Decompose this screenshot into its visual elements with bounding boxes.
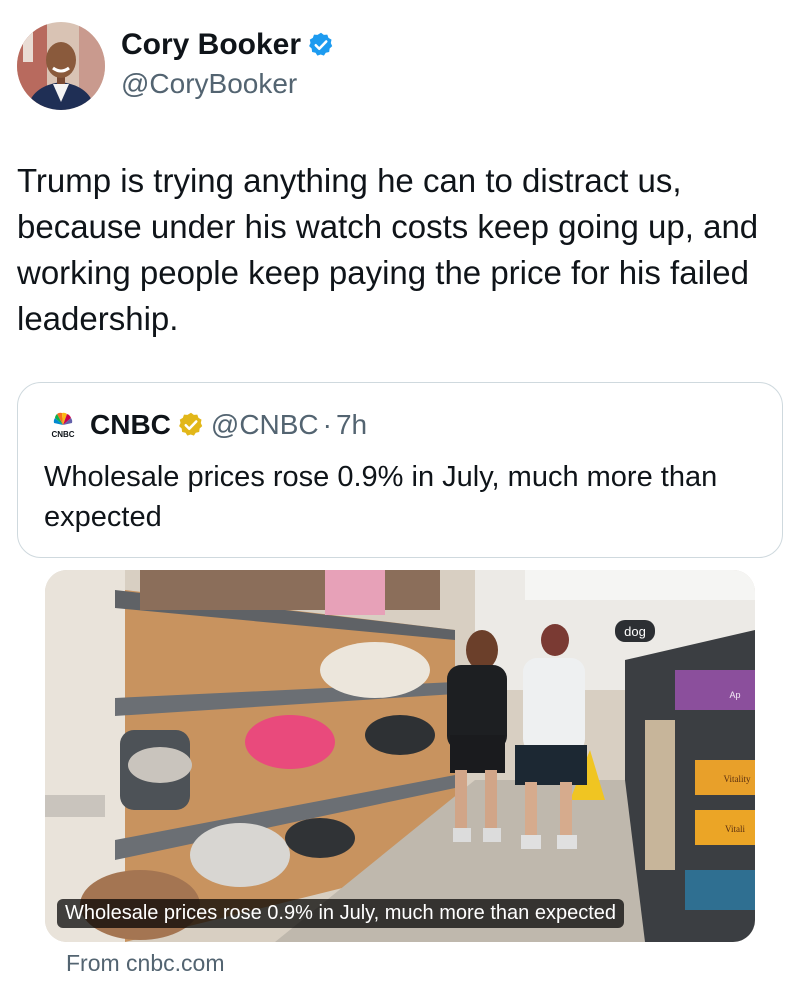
link-source[interactable]: From cnbc.com	[66, 950, 224, 977]
author-name-row: Cory Booker	[121, 28, 335, 62]
product-label-vitali: Vitali	[725, 824, 745, 834]
link-card-image[interactable]: dog Vitality Vitali Ap Wholesale prices …	[45, 570, 755, 942]
author-handle[interactable]: @CoryBooker	[121, 68, 297, 100]
verified-gold-badge-icon	[178, 412, 203, 436]
store-sign-dog: dog	[624, 624, 646, 639]
quoted-tweet-header: CNBC CNBC @CNBC · 7h	[48, 407, 367, 443]
quoted-timestamp[interactable]: 7h	[336, 409, 367, 441]
tweet-header: Cory Booker @CoryBooker	[17, 22, 777, 110]
avatar[interactable]	[17, 22, 105, 110]
cnbc-logo-icon: CNBC	[51, 412, 75, 439]
quoted-tweet-card[interactable]: CNBC CNBC @CNBC · 7h Wholesale prices ro…	[17, 382, 783, 558]
separator-dot: ·	[322, 409, 332, 440]
quoted-author-handle[interactable]: @CNBC	[211, 409, 319, 441]
verified-badge-icon	[309, 32, 333, 56]
quoted-tweet-text: Wholesale prices rose 0.9% in July, much…	[44, 461, 718, 533]
author-name[interactable]: Cory Booker	[121, 28, 301, 62]
product-label-vitality: Vitality	[724, 774, 751, 784]
quoted-author-name[interactable]: CNBC	[90, 409, 171, 441]
image-caption: Wholesale prices rose 0.9% in July, much…	[57, 899, 625, 928]
product-label-ap: Ap	[729, 690, 740, 700]
store-aisle-photo: dog Vitality Vitali Ap	[45, 570, 755, 942]
cnbc-logo-text: CNBC	[51, 430, 74, 439]
tweet-text: Trump is trying anything he can to distr…	[17, 162, 759, 337]
